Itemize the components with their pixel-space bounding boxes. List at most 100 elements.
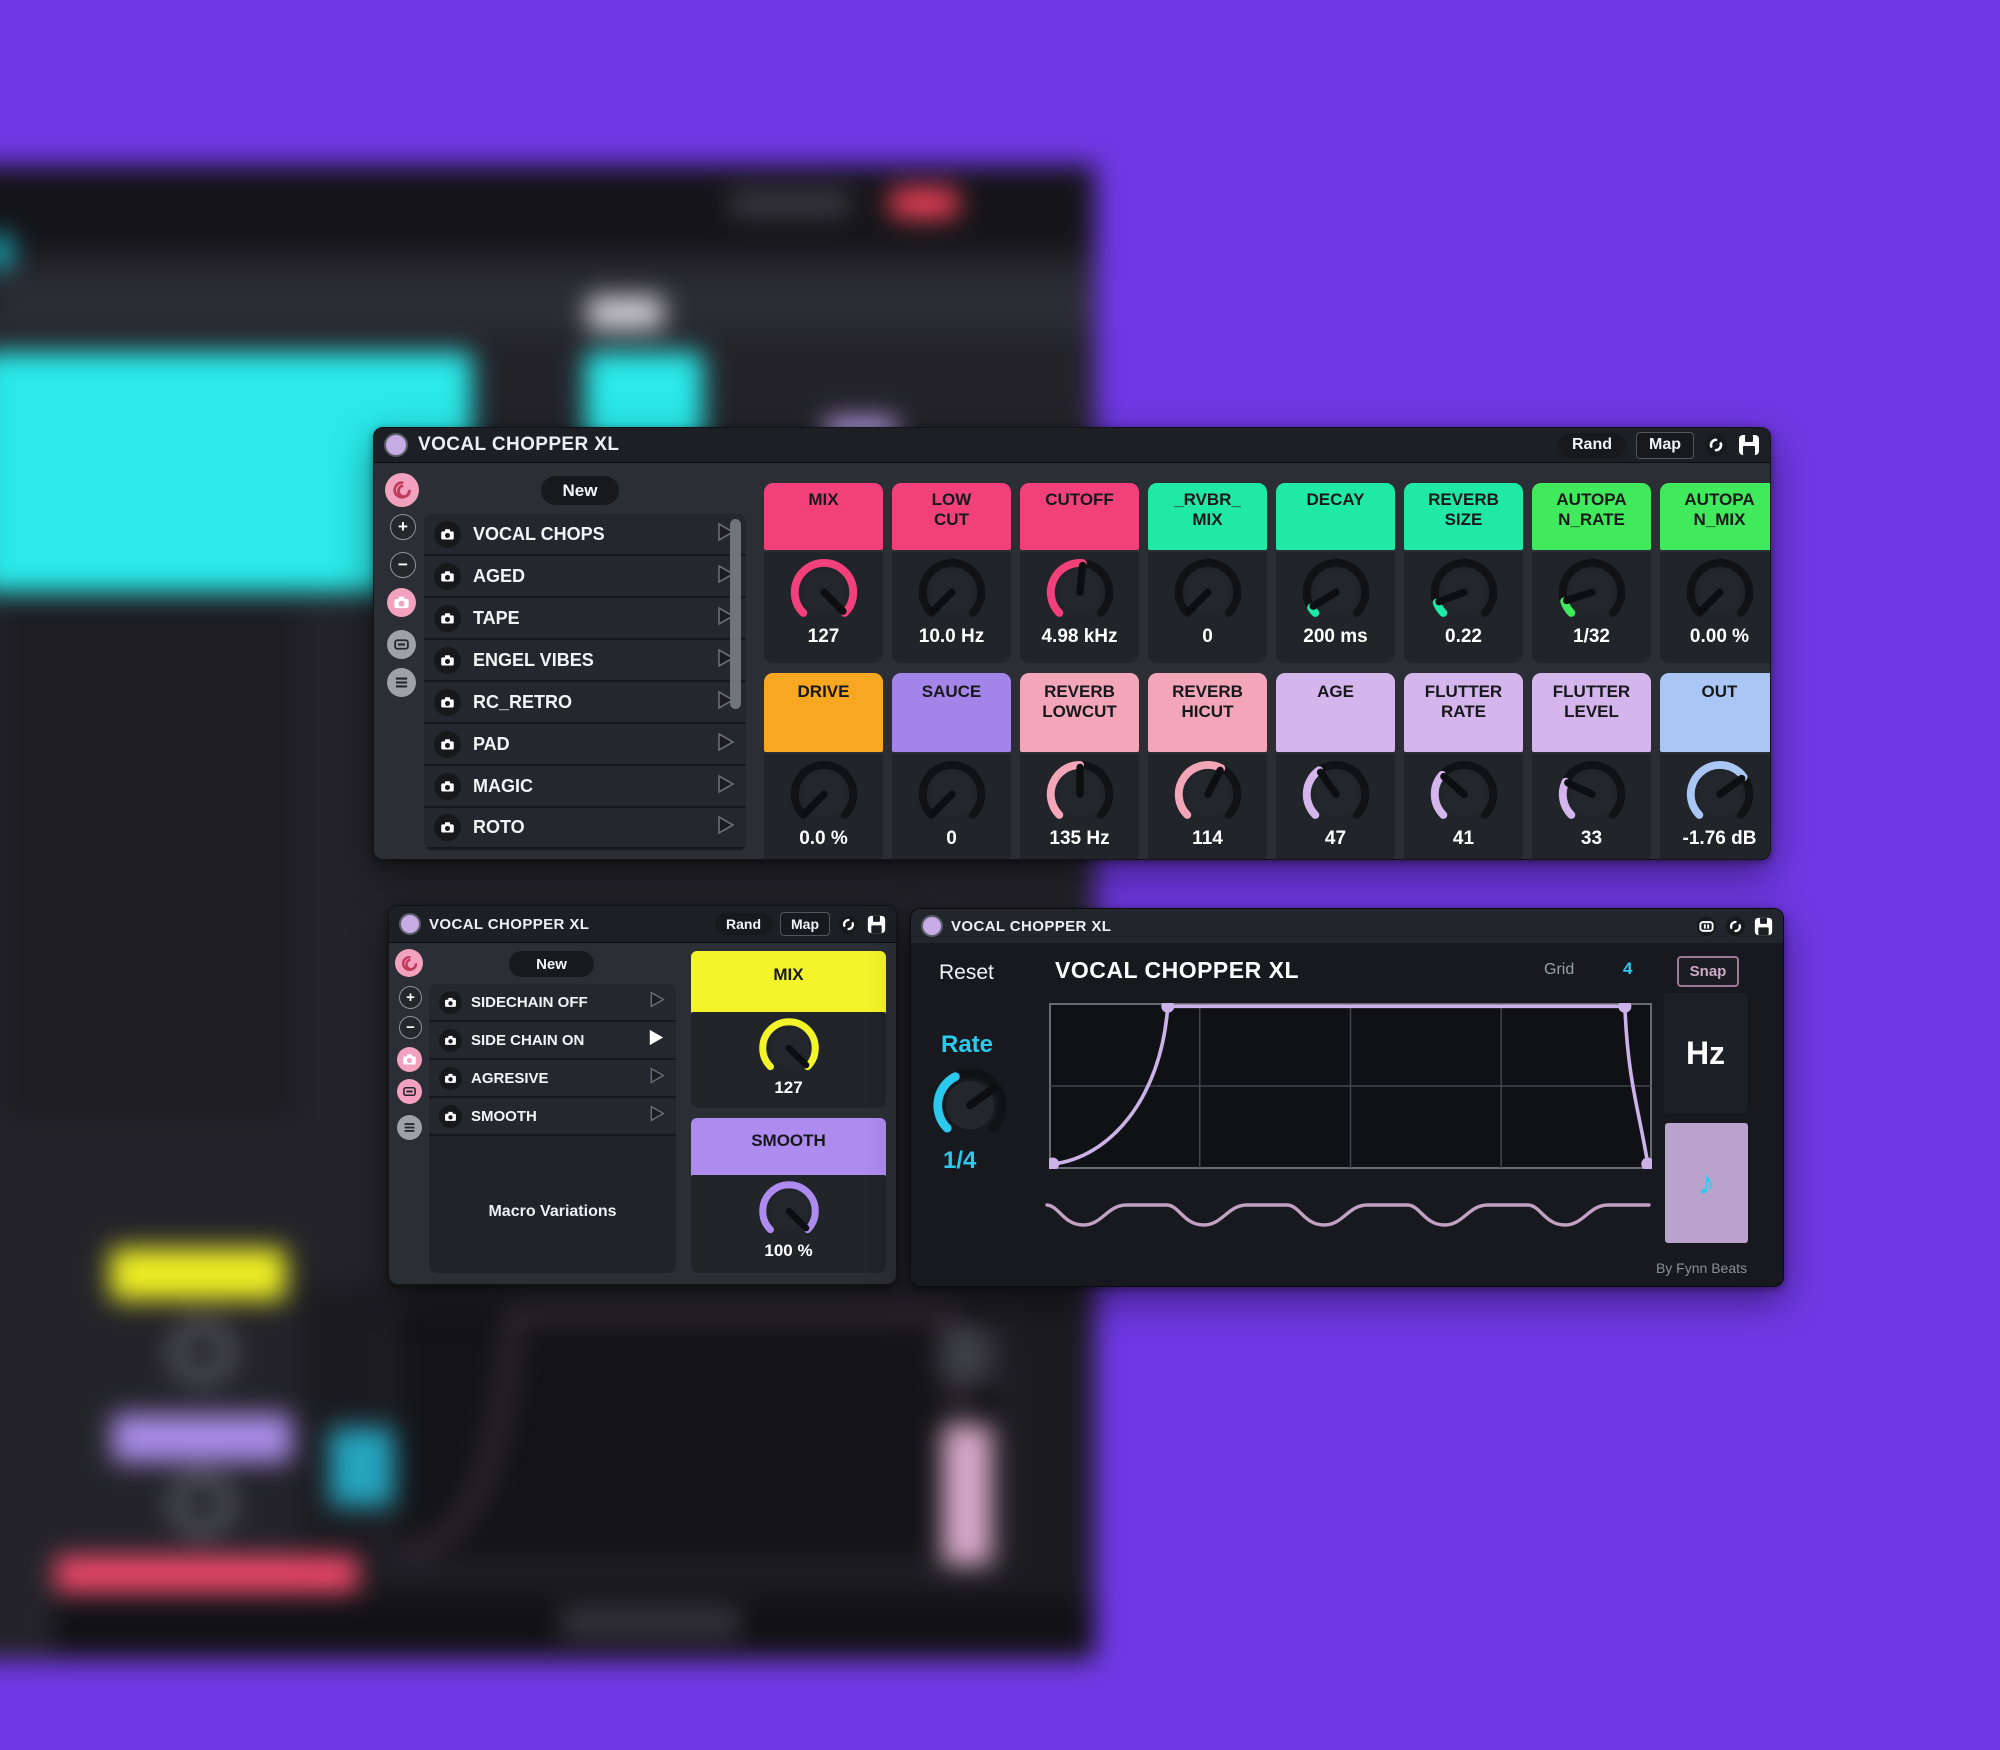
preset-list-scrollbar[interactable] — [730, 519, 741, 709]
macro-knob[interactable] — [754, 1012, 824, 1082]
macro-knob[interactable] — [1681, 552, 1759, 630]
device-title: VOCAL CHOPPER XL — [429, 916, 589, 933]
preset-morph-icon[interactable] — [395, 949, 423, 977]
remove-preset-icon[interactable]: − — [399, 1016, 422, 1039]
map-button[interactable]: Map — [780, 912, 830, 936]
rand-button[interactable]: Rand — [1558, 433, 1626, 458]
variation-row[interactable]: SMOOTH — [429, 1098, 676, 1136]
rate-label: Rate — [941, 1031, 993, 1059]
macro-knob[interactable] — [754, 1175, 824, 1245]
device-on-lamp[interactable] — [384, 433, 408, 457]
macro-knob-cell[interactable]: 0.00 % — [1660, 552, 1771, 663]
macro-knob-cell[interactable]: 1/32 — [1532, 552, 1651, 663]
preset-row[interactable]: ENGEL VIBES — [424, 640, 746, 682]
rate-value[interactable]: 1/4 — [943, 1147, 976, 1175]
save-icon[interactable] — [1754, 917, 1773, 936]
recall-triangle-icon[interactable] — [647, 1104, 666, 1128]
remove-preset-icon[interactable]: − — [390, 552, 416, 578]
preset-row[interactable]: AGED — [424, 556, 746, 598]
snap-button[interactable]: Snap — [1677, 956, 1739, 987]
variation-row[interactable]: SIDECHAIN OFF — [429, 984, 676, 1022]
save-icon[interactable] — [1738, 434, 1760, 456]
recall-triangle-icon[interactable] — [647, 990, 666, 1014]
variation-macro-knob-cell[interactable]: 127 — [691, 1012, 886, 1108]
note-mode-button[interactable]: ♪ — [1665, 1123, 1748, 1243]
envelope-curve[interactable] — [1049, 1003, 1652, 1169]
macro-knob[interactable] — [1553, 552, 1631, 630]
envelope-graph[interactable] — [1049, 1003, 1652, 1169]
save-icon[interactable] — [867, 915, 886, 934]
macro-knob-cell[interactable]: 127 — [764, 552, 883, 663]
sync-icon[interactable] — [1725, 916, 1746, 937]
recall-triangle-icon-active[interactable] — [645, 1027, 666, 1053]
snapshot-remove-icon[interactable] — [387, 630, 416, 659]
sync-icon[interactable] — [838, 914, 859, 935]
snapshot-remove-icon[interactable] — [397, 1079, 422, 1104]
float-window-icon[interactable] — [1696, 916, 1717, 937]
macro-knob-cell[interactable]: 0 — [1148, 552, 1267, 663]
macro-knob-cell[interactable]: 47 — [1276, 754, 1395, 860]
macro-knob-cell[interactable]: 0 — [892, 754, 1011, 860]
macro-knob[interactable] — [785, 552, 863, 630]
list-view-icon[interactable] — [387, 668, 416, 697]
macro-knob[interactable] — [1041, 754, 1119, 832]
macro-knob-cell[interactable]: 135 Hz — [1020, 754, 1139, 860]
macro-knob[interactable] — [1681, 754, 1759, 832]
macro-knob[interactable] — [913, 552, 991, 630]
macro-knob[interactable] — [913, 754, 991, 832]
device-on-lamp[interactable] — [921, 915, 943, 937]
macro-knob-cell[interactable]: 200 ms — [1276, 552, 1395, 663]
preset-row[interactable]: PAD — [424, 724, 746, 766]
new-variation-button[interactable]: New — [509, 951, 594, 977]
recall-triangle-icon[interactable] — [647, 1066, 666, 1090]
variation-macro-knob-cell[interactable]: 100 % — [691, 1175, 886, 1273]
hz-mode-button[interactable]: Hz — [1664, 993, 1747, 1113]
sync-icon[interactable] — [1704, 433, 1728, 457]
macro-knob[interactable] — [1553, 754, 1631, 832]
macro-knob[interactable] — [1041, 552, 1119, 630]
preset-morph-icon[interactable] — [385, 473, 419, 507]
rate-knob[interactable] — [927, 1061, 1013, 1147]
macro-label-top: CUTOFF — [1020, 483, 1139, 550]
camera-mode-icon[interactable] — [397, 1047, 422, 1072]
macro-knob-cell[interactable]: 0.22 — [1404, 552, 1523, 663]
macro-value: 127 — [808, 626, 840, 648]
macro-knob-cell[interactable]: 0.0 % — [764, 754, 883, 860]
camera-icon — [434, 731, 461, 758]
camera-mode-icon[interactable] — [387, 588, 416, 617]
reset-button[interactable]: Reset — [939, 961, 994, 985]
recall-triangle-icon[interactable] — [714, 731, 736, 758]
macro-knob[interactable] — [1169, 754, 1247, 832]
preset-row[interactable]: MAGIC — [424, 766, 746, 808]
preset-row[interactable]: RC_RETRO — [424, 682, 746, 724]
rand-button[interactable]: Rand — [715, 913, 772, 935]
recall-triangle-icon[interactable] — [714, 814, 736, 841]
macro-knob-cell[interactable]: -1.76 dB — [1660, 754, 1771, 860]
variation-row-selected[interactable]: SIDE CHAIN ON — [429, 1022, 676, 1060]
macro-knob[interactable] — [1169, 552, 1247, 630]
macro-knob-cell[interactable]: 10.0 Hz — [892, 552, 1011, 663]
preset-row[interactable]: VOCAL CHOPS — [424, 514, 746, 556]
macro-knob-cell[interactable]: 114 — [1148, 754, 1267, 860]
variation-row[interactable]: AGRESIVE — [429, 1060, 676, 1098]
list-view-icon[interactable] — [397, 1115, 422, 1140]
recall-triangle-icon[interactable] — [714, 773, 736, 800]
macro-knob[interactable] — [1425, 552, 1503, 630]
macro-knob[interactable] — [785, 754, 863, 832]
add-preset-icon[interactable]: + — [399, 986, 422, 1009]
grid-value[interactable]: 4 — [1623, 959, 1632, 979]
macro-label-top: AUTOPA N_RATE — [1532, 483, 1651, 550]
preset-row[interactable]: TAPE — [424, 598, 746, 640]
macro-knob-cell[interactable]: 33 — [1532, 754, 1651, 860]
device-on-lamp[interactable] — [399, 913, 421, 935]
preset-row[interactable]: ROTO — [424, 808, 746, 849]
macro-knob-cell[interactable]: 41 — [1404, 754, 1523, 860]
macro-knob[interactable] — [1297, 754, 1375, 832]
macro-knob-cell[interactable]: 4.98 kHz — [1020, 552, 1139, 663]
map-button[interactable]: Map — [1636, 432, 1694, 459]
macro-label-top: MIX — [764, 483, 883, 550]
macro-knob[interactable] — [1425, 754, 1503, 832]
new-preset-button[interactable]: New — [541, 476, 619, 505]
add-preset-icon[interactable]: + — [390, 514, 416, 540]
macro-knob[interactable] — [1297, 552, 1375, 630]
